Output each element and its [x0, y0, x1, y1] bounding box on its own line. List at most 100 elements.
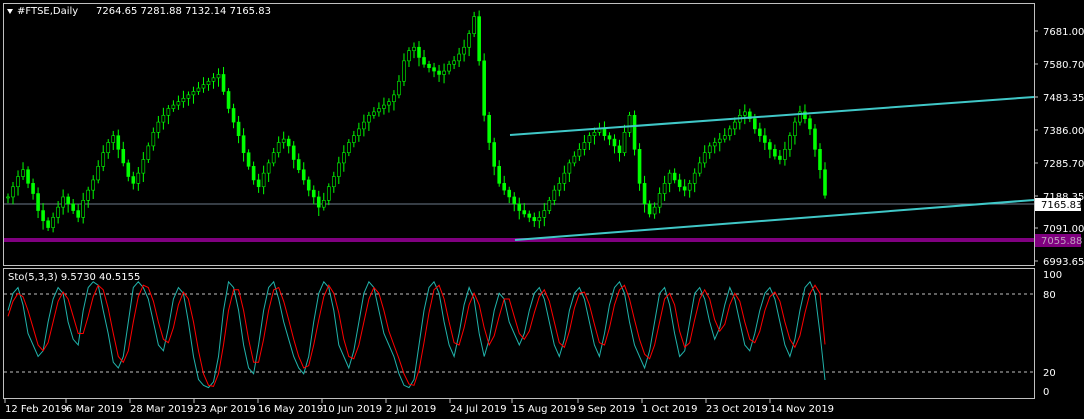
candle-body [71, 203, 75, 211]
candle-body [357, 128, 361, 137]
candle-body [91, 179, 96, 191]
candle-body [642, 183, 647, 205]
candle-body [116, 135, 121, 150]
candle-body [567, 162, 572, 174]
candle-body [472, 16, 476, 34]
candle-body [467, 33, 471, 48]
candle-body [347, 142, 351, 154]
date-tick: 12 Feb 2019 [5, 404, 67, 415]
candle-body [758, 128, 762, 137]
candle-body [111, 135, 116, 143]
candle-body [276, 142, 281, 154]
candle-body [51, 217, 55, 228]
date-tick: 14 Nov 2019 [770, 404, 834, 415]
candle-body [131, 176, 136, 184]
date-tick: 28 Mar 2019 [130, 404, 193, 415]
candle-body [21, 169, 25, 177]
candle-body [171, 104, 176, 109]
candle-body [291, 145, 296, 160]
candle-body [146, 145, 151, 160]
candle-body [256, 179, 261, 188]
candle-body [11, 186, 15, 198]
candle-body [241, 135, 246, 154]
candle-body [121, 149, 126, 164]
candle-body [397, 80, 401, 96]
candle-body [692, 172, 697, 184]
candle-body [577, 149, 582, 157]
candle-body [677, 179, 682, 188]
candle-body [778, 155, 782, 160]
candle-body [552, 189, 557, 201]
candle-body [181, 97, 186, 102]
candle-body [156, 121, 161, 133]
price-tick: 7386.00 [1043, 126, 1084, 137]
candle-body [216, 74, 221, 79]
candle-body [717, 138, 722, 143]
candle-body [226, 91, 231, 109]
candle-body [647, 203, 652, 215]
candle-body [702, 152, 707, 164]
candle-body [126, 162, 131, 177]
stoch-tick: 100 [1043, 270, 1062, 281]
date-tick: 23 Oct 2019 [706, 404, 768, 415]
candle-body [768, 142, 772, 150]
candle-body [657, 193, 662, 208]
candle-body [773, 149, 777, 157]
candle-body [422, 57, 426, 65]
candle-body [151, 131, 156, 147]
candle-body [61, 196, 65, 208]
candle-body [427, 63, 431, 68]
candle-body [31, 183, 35, 194]
candle-body [6, 196, 10, 199]
candle-body [707, 145, 712, 154]
candle-body [166, 108, 171, 116]
price-tick: 7483.35 [1043, 93, 1084, 104]
candle-body [537, 217, 542, 222]
candle-body [96, 166, 101, 181]
price-tick: 7285.70 [1043, 159, 1084, 170]
candle-body [487, 114, 491, 143]
candle-body [206, 80, 211, 85]
candle-body [783, 149, 787, 160]
candle-body [722, 135, 727, 140]
terminal-chart[interactable]: #FTSE,Daily 7264.65 7281.88 7132.14 7165… [0, 0, 1084, 419]
candle-body [106, 142, 111, 154]
candle-body [261, 172, 266, 188]
candle-body [437, 70, 441, 75]
candle-body [296, 159, 301, 171]
date-tick: 16 May 2019 [258, 404, 323, 415]
candle-body [86, 189, 90, 201]
candle-body [497, 166, 502, 184]
candle-body [141, 159, 146, 174]
date-tick: 6 Mar 2019 [66, 404, 123, 415]
candle-body [26, 169, 30, 184]
candle-body [211, 77, 216, 82]
candle-body [321, 200, 326, 208]
candle-body [527, 213, 532, 218]
candle-body [392, 94, 396, 102]
candle-body [326, 186, 331, 201]
candle-body [572, 155, 577, 164]
candle-body [176, 101, 181, 106]
date-tick: 2 Jul 2019 [386, 404, 436, 415]
candle-body [16, 176, 20, 188]
candle-body [417, 46, 421, 58]
candle-body [813, 128, 817, 150]
date-tick: 24 Jul 2019 [450, 404, 507, 415]
date-tick: 15 Aug 2019 [512, 404, 576, 415]
candle-body [452, 60, 456, 65]
candle-body [231, 108, 236, 123]
candle-body [652, 206, 657, 215]
candle-body [547, 200, 552, 211]
candle-body [402, 60, 406, 82]
candle-body [502, 183, 507, 191]
candle-body [682, 186, 687, 191]
ohlc-values: 7264.65 7281.88 7132.14 7165.83 [96, 6, 271, 17]
candle-body [316, 196, 321, 208]
candle-body [221, 74, 226, 92]
candle-body [281, 138, 286, 143]
candle-body [136, 172, 141, 184]
price-tick: 7580.70 [1043, 60, 1084, 71]
candle-body [301, 169, 306, 181]
candle-body [522, 210, 527, 215]
